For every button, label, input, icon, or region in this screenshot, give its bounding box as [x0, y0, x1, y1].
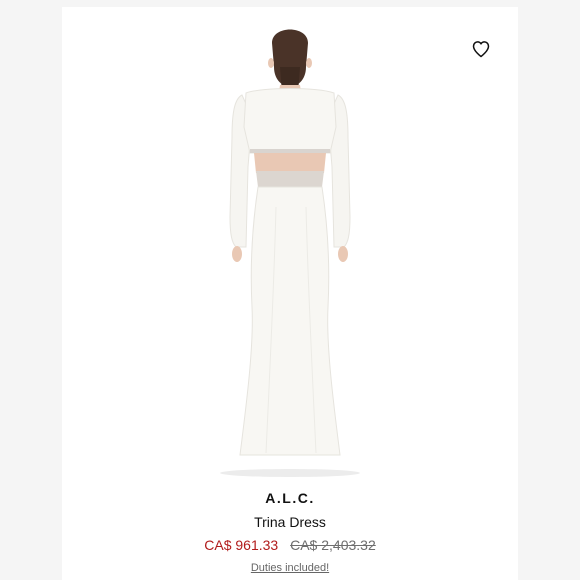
product-card[interactable]: A.L.C. Trina Dress CA$ 961.33 CA$ 2,403.…	[62, 7, 518, 580]
brand-name[interactable]: A.L.C.	[62, 488, 518, 508]
price-row: CA$ 961.33 CA$ 2,403.32	[62, 535, 518, 555]
dress-photo	[220, 29, 360, 477]
product-image[interactable]	[62, 7, 518, 477]
duties-link[interactable]: Duties included!	[62, 560, 518, 576]
product-name[interactable]: Trina Dress	[62, 512, 518, 532]
page: A.L.C. Trina Dress CA$ 961.33 CA$ 2,403.…	[0, 0, 580, 580]
product-info: A.L.C. Trina Dress CA$ 961.33 CA$ 2,403.…	[62, 488, 518, 576]
sale-price: CA$ 961.33	[204, 537, 279, 553]
original-price: CA$ 2,403.32	[290, 537, 376, 553]
wishlist-heart-icon[interactable]	[471, 39, 491, 59]
